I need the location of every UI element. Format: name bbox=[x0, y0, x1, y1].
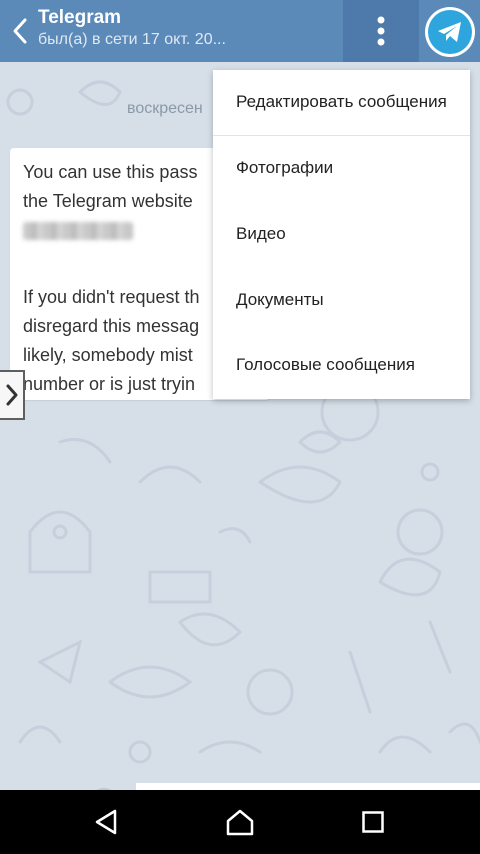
nav-home-icon bbox=[226, 809, 254, 836]
menu-item-documents[interactable]: Документы bbox=[213, 267, 470, 333]
nav-recents-button[interactable] bbox=[343, 800, 403, 844]
chat-title: Telegram bbox=[38, 7, 122, 28]
nav-recents-icon bbox=[362, 811, 384, 833]
system-nav-bar bbox=[0, 790, 480, 854]
telegram-plane-icon bbox=[438, 22, 461, 42]
avatar-circle bbox=[428, 10, 472, 54]
menu-item-voice-messages[interactable]: Голосовые сообщения bbox=[213, 332, 470, 398]
back-button[interactable] bbox=[6, 14, 34, 48]
side-expand-button[interactable] bbox=[0, 370, 25, 420]
options-menu: Редактировать сообщения Фотографии Видео… bbox=[213, 70, 470, 399]
more-vertical-icon bbox=[377, 16, 385, 46]
chat-title-area[interactable]: Telegram был(а) в сети 17 окт. 20... bbox=[38, 7, 338, 51]
more-options-button[interactable] bbox=[343, 0, 419, 62]
nav-home-button[interactable] bbox=[210, 800, 270, 844]
nav-back-button[interactable] bbox=[77, 800, 137, 844]
date-separator: воскресен bbox=[127, 100, 203, 117]
blurred-login-code bbox=[23, 222, 133, 240]
menu-item-video[interactable]: Видео bbox=[213, 201, 470, 267]
chevron-left-icon bbox=[13, 18, 27, 44]
chat-header: Telegram был(а) в сети 17 окт. 20... bbox=[0, 0, 480, 62]
menu-item-photos[interactable]: Фотографии bbox=[213, 136, 470, 202]
composer bbox=[0, 780, 480, 790]
menu-item-edit-messages[interactable]: Редактировать сообщения bbox=[213, 70, 470, 136]
nav-back-icon bbox=[95, 809, 117, 835]
chat-avatar[interactable] bbox=[425, 7, 475, 57]
chevron-right-icon bbox=[6, 384, 17, 406]
last-seen-status: был(а) в сети 17 окт. 20... bbox=[38, 31, 226, 48]
message-input[interactable] bbox=[136, 783, 480, 790]
